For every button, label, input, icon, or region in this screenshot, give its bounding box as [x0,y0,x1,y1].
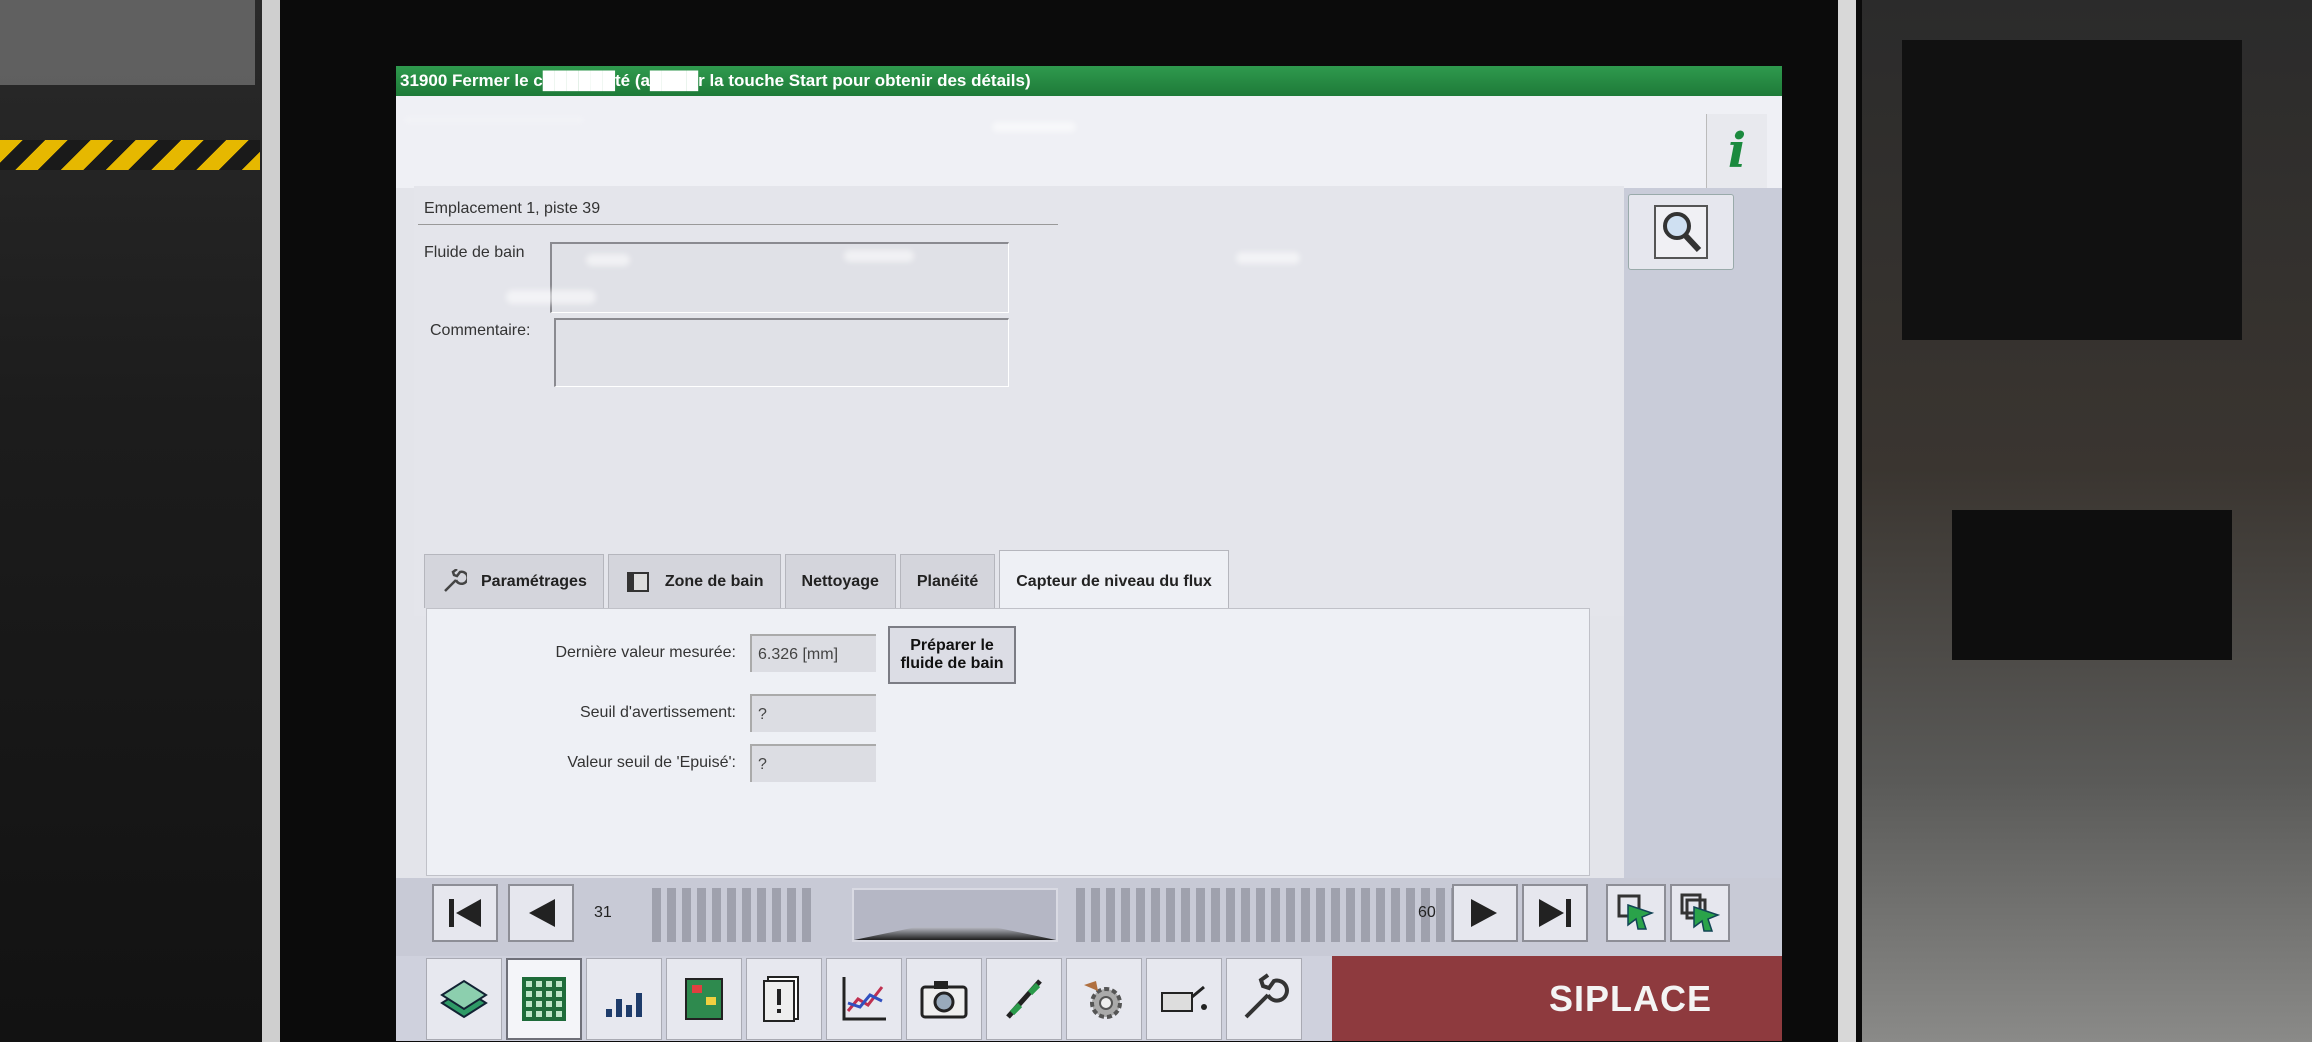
machine-monitor [1902,40,2242,340]
warning-threshold-field: ? [750,694,876,732]
magnifier-icon [1654,205,1708,259]
bar-chart-icon [606,993,642,1017]
grid-icon [522,977,566,1021]
glare [506,290,596,304]
tab-bar: Paramétrages Zone de bain Nettoyage Plan… [424,550,1233,612]
background-left [0,0,280,1042]
glare [1236,252,1300,264]
glare [404,118,584,122]
page-start-number: 31 [594,904,612,921]
machine-overview-button[interactable] [426,958,502,1040]
location-label: Emplacement 1, piste 39 [424,200,601,217]
last-value-field: 6.326 [mm] [750,634,876,672]
divider [418,224,1058,225]
gear-icon [1084,981,1122,1019]
screen: 31900 Fermer le c██████té (a████r la tou… [396,66,1782,1041]
last-page-button[interactable] [1522,884,1588,942]
feeder-grid-button[interactable] [506,958,582,1040]
first-page-button[interactable] [432,884,498,942]
move-all-button[interactable] [1670,884,1730,942]
glare [844,250,914,262]
hazard-stripe [0,140,260,170]
track-bars-left [652,888,811,942]
machine-panel [0,0,255,85]
bezel-edge-left [262,0,280,1042]
warning-threshold-label: Seuil d'avertissement: [579,704,736,721]
tab-settings[interactable]: Paramétrages [424,554,604,608]
green-arrow-icon [1617,894,1655,930]
component-tray-icon [440,979,488,1019]
maintenance-button[interactable] [1066,958,1142,1040]
messages-button[interactable] [746,958,822,1040]
wrench-icon [1244,973,1289,1019]
tab-flux-level-sensor[interactable]: Capteur de niveau du flux [999,550,1229,612]
tab-label: Nettoyage [801,572,879,590]
previous-page-button[interactable] [508,884,574,942]
tab-bath-zone[interactable]: Zone de bain [607,554,781,608]
bezel-edge-right [1838,0,1856,1042]
tab-label: Paramétrages [481,572,587,590]
tab-label: Capteur de niveau du flux [1016,572,1212,590]
trend-chart-button[interactable] [826,958,902,1040]
info-button[interactable]: i [1706,114,1767,188]
bath-fluid-field[interactable] [550,242,1009,313]
keyboard [1952,510,2232,660]
tab-cleaning[interactable]: Nettoyage [784,554,896,608]
skip-last-icon [1539,899,1571,927]
nozzle-icon [1006,979,1042,1019]
green-double-arrow-icon [1680,893,1720,932]
settings-button[interactable] [1226,958,1302,1040]
tab-label: Planéité [916,572,979,590]
header-area [396,96,1782,188]
wrench-icon [444,568,467,592]
oil-can-icon [1161,985,1207,1012]
line-chart-icon [842,977,886,1021]
track-slider[interactable] [852,888,1058,942]
page-end-number: 60 [1418,904,1436,921]
glare [586,254,630,266]
statistics-button[interactable] [586,958,662,1040]
camera-button[interactable] [906,958,982,1040]
board-layout-button[interactable] [666,958,742,1040]
last-value-label: Dernière valeur mesurée: [555,644,736,661]
empty-threshold-label: Valeur seuil de 'Epuisé': [567,754,736,771]
comment-label: Commentaire: [430,322,531,339]
tab-flatness[interactable]: Planéité [899,554,996,608]
bath-fluid-label: Fluide de bain [424,244,525,261]
info-icon: i [1727,123,1747,179]
prepare-bath-fluid-button[interactable]: Préparer le fluide de bain [888,626,1016,684]
right-sidebar [1624,188,1782,878]
nozzle-button[interactable] [986,958,1062,1040]
board-icon [685,978,723,1020]
move-down-button[interactable] [1606,884,1666,942]
glare [992,122,1076,132]
camera-icon [920,981,968,1019]
track-bars-right [1076,888,1460,942]
tab-label: Zone de bain [664,572,764,590]
arrow-left-icon [529,899,555,927]
background-right [1842,0,2312,1042]
search-button[interactable] [1628,194,1734,270]
bath-zone-icon [626,571,649,592]
warning-document-icon [763,976,799,1022]
next-page-button[interactable] [1452,884,1518,942]
skip-first-icon [449,899,481,927]
comment-field[interactable] [554,318,1009,387]
arrow-right-icon [1471,899,1497,927]
empty-threshold-field: ? [750,744,876,782]
siplace-logo: SIPLACE [1332,956,1782,1041]
message-bar[interactable]: 31900 Fermer le c██████té (a████r la tou… [396,66,1782,96]
flux-oil-button[interactable] [1146,958,1222,1040]
